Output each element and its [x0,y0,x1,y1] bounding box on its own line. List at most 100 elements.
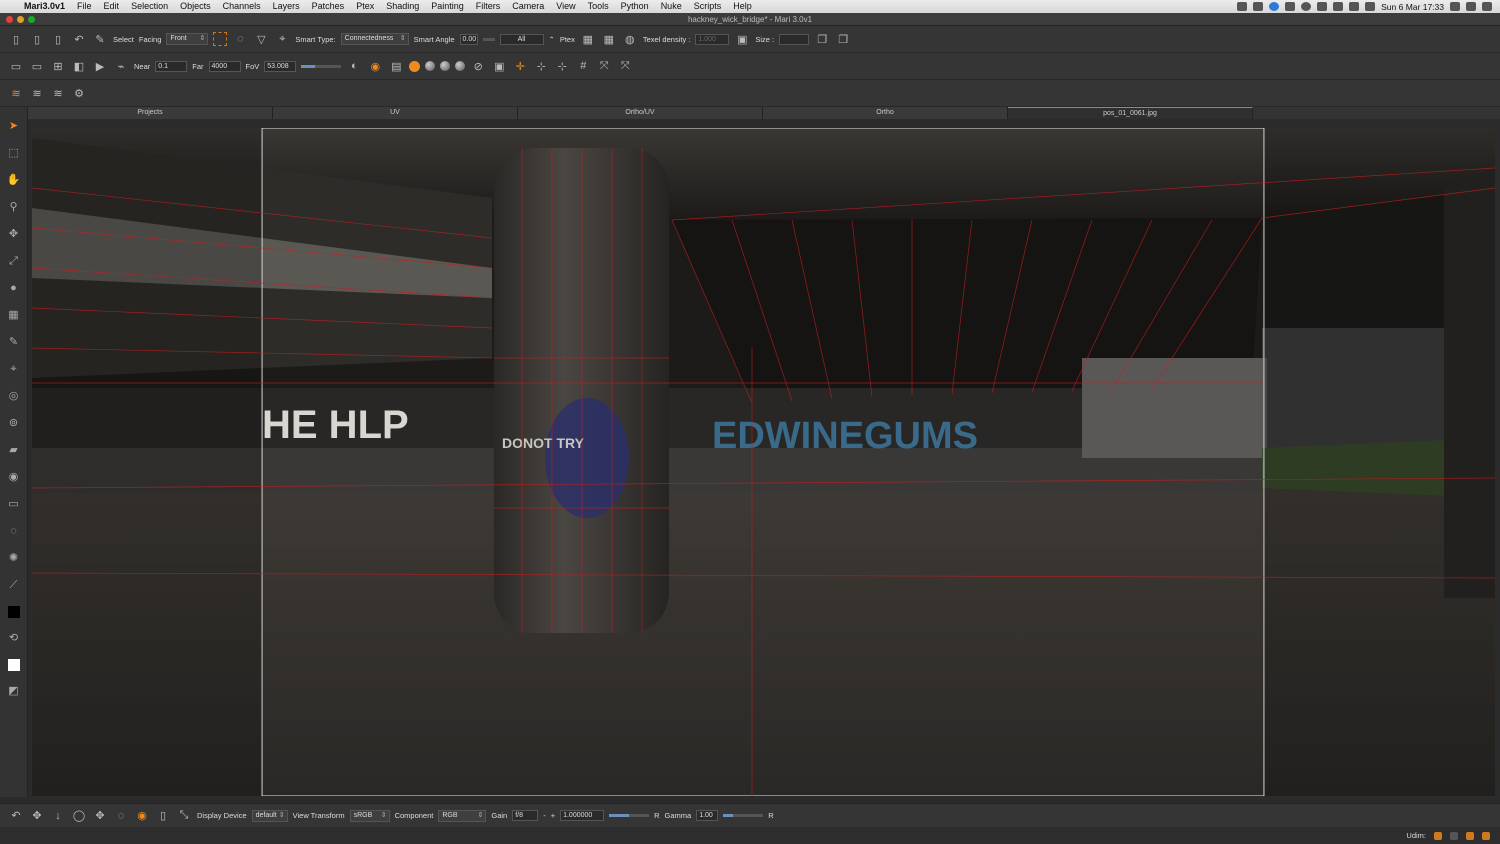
channel-r-label-1[interactable]: R [654,811,659,820]
fov-field[interactable]: 53.008 [264,60,297,72]
fov-slider[interactable] [301,64,342,68]
zoom-window-icon[interactable] [28,16,35,23]
far-field[interactable]: 4000 [208,60,241,72]
select-tool-icon[interactable]: ✎ [92,31,108,47]
clock-icon[interactable] [1301,2,1312,11]
layer-settings-icon[interactable]: ⚙ [71,85,87,101]
default-colors-icon[interactable]: ◩ [7,682,21,701]
exposure-slider[interactable] [609,814,650,817]
menu-python[interactable]: Python [615,0,655,13]
drop-icon[interactable]: ● [7,279,21,298]
texel-apply-icon[interactable]: ▣ [734,31,750,47]
menu-view[interactable]: View [550,0,581,13]
ptex-resize-icon[interactable]: ▦ [601,31,617,47]
save-project-icon[interactable]: ▯ [50,31,66,47]
facing-dropdown[interactable]: Front [166,33,209,45]
swap-colors-icon[interactable]: ⟲ [7,629,21,648]
lasso-select-icon[interactable]: ◌ [232,31,248,47]
ptex-grid-icon[interactable]: ▦ [580,31,596,47]
minimize-window-icon[interactable] [17,16,24,23]
layer-paste-icon[interactable]: ❐ [835,31,851,47]
dropbox-icon[interactable] [1237,2,1248,11]
wifi-icon[interactable] [1365,2,1376,11]
polygon-select-icon[interactable]: ▽ [253,31,269,47]
camera-icon[interactable]: ▭ [29,58,45,74]
texel-density-field[interactable]: 1.000 [695,33,730,45]
heal-icon[interactable]: ◌ [7,522,21,541]
tab-ortho[interactable]: Ortho [763,107,1008,119]
down-arrow-icon[interactable]: ↓ [50,808,66,824]
projector-play-icon[interactable]: ▶ [92,58,108,74]
eraser-icon[interactable]: ▰ [7,441,21,460]
menu-channels[interactable]: Channels [217,0,267,13]
pivot-icon[interactable]: ✛ [512,58,528,74]
size-field[interactable] [779,33,810,45]
transform-icon[interactable]: ⤧ [596,58,612,74]
smudge-icon[interactable]: ⊚ [7,414,21,433]
lighting-icon[interactable]: ◉ [367,58,383,74]
menu-objects[interactable]: Objects [174,0,217,13]
volume-icon[interactable] [1333,2,1344,11]
camera-view-icon[interactable]: ⊞ [50,58,66,74]
eyedropper-icon[interactable]: ⟋ [7,576,21,595]
zoom-icon[interactable]: ⚲ [7,198,21,217]
close-window-icon[interactable] [6,16,13,23]
open-project-icon[interactable]: ▯ [29,31,45,47]
gradient-icon[interactable]: ▭ [7,495,21,514]
menu-scripts[interactable]: Scripts [688,0,728,13]
camera-reset-icon[interactable]: ◐ [346,58,362,74]
rotate-icon[interactable]: ◯ [71,808,87,824]
texture-icon[interactable]: ✺ [7,549,21,568]
siri-icon[interactable] [1466,2,1476,11]
pan-hand-icon[interactable]: ✋ [7,171,21,190]
align-h-icon[interactable]: ⊹ [533,58,549,74]
flat-shading-icon[interactable] [409,60,421,72]
select-arrow-icon[interactable]: ➤ [7,117,21,136]
menu-file[interactable]: File [71,0,98,13]
menu-camera[interactable]: Camera [506,0,550,13]
channel-r-label-2[interactable]: R [768,811,773,820]
menu-painting[interactable]: Painting [425,0,470,13]
progress-icon[interactable] [1466,831,1474,840]
cloud-icon[interactable] [1285,2,1296,11]
new-project-icon[interactable]: ▯ [8,31,24,47]
menu-selection[interactable]: Selection [125,0,174,13]
undo-history-icon[interactable]: ↶ [71,31,87,47]
exposure-field[interactable]: 1.000000 [560,810,605,821]
marquee-select-icon[interactable] [213,32,228,46]
foreground-color-swatch[interactable] [7,606,20,618]
chevron-up-icon[interactable]: ⌃ [549,35,555,44]
gamma-slider[interactable] [723,814,764,817]
bluetooth-icon[interactable] [1317,2,1328,11]
pan-icon[interactable]: ✥ [29,808,45,824]
udim-icon[interactable] [1434,831,1442,840]
projector-icon[interactable]: ◧ [71,58,87,74]
eject-icon[interactable] [1349,2,1360,11]
menu-filters[interactable]: Filters [470,0,507,13]
brush-icon[interactable]: ✎ [7,333,21,352]
layer-copy-icon[interactable]: ❐ [814,31,830,47]
display-device-dropdown[interactable]: default [251,809,288,822]
smart-type-dropdown[interactable]: Connectedness [340,33,409,45]
transform-tool-icon[interactable]: ⤢ [7,252,21,271]
view-transform-dropdown[interactable]: sRGB [349,809,390,822]
tab-ortho-uv[interactable]: Ortho/UV [518,107,763,119]
all-field[interactable]: All [499,33,544,45]
exposure-plus-button[interactable]: + [551,811,555,820]
curve-icon[interactable]: ⤡ [176,808,192,824]
nav-icon[interactable]: ✥ [92,808,108,824]
lut-icon[interactable]: ▯ [155,808,171,824]
select-patch-icon[interactable]: ⬚ [7,144,21,163]
smart-angle-slider[interactable] [482,37,495,41]
camera-list-icon[interactable]: ▭ [8,58,24,74]
sync-icon[interactable] [1269,2,1280,11]
globe-icon[interactable]: ◍ [622,31,638,47]
gain-field[interactable]: f/8 [512,810,539,821]
move-icon[interactable]: ✥ [7,225,21,244]
menu-layers[interactable]: Layers [267,0,306,13]
gamma-field[interactable]: 1.00 [696,810,719,821]
exposure-minus-button[interactable]: - [543,811,546,820]
spotlight-icon[interactable] [1450,2,1460,11]
smart-angle-field[interactable]: 0.00 [459,33,478,45]
color-manage-icon[interactable]: ◉ [134,808,150,824]
